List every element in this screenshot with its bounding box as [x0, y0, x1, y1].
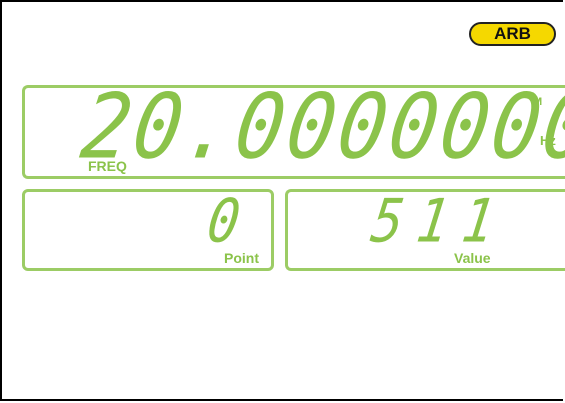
value-readout: 511 [367, 187, 513, 257]
frequency-label: FREQ [88, 158, 127, 174]
mode-badge: ARB [469, 22, 556, 46]
value-label: Value [454, 250, 491, 266]
point-label: Point [224, 250, 259, 266]
frequency-unit: Hz [540, 133, 556, 148]
frequency-readout: 20.0000000 [75, 74, 565, 179]
value-panel[interactable]: 511 Value [285, 187, 565, 271]
frequency-panel[interactable]: 20.0000000 M Hz FREQ [22, 74, 565, 179]
point-readout: 0 [202, 187, 244, 257]
frequency-unit-prefix: M [533, 96, 543, 108]
point-panel[interactable]: 0 Point [22, 187, 274, 271]
